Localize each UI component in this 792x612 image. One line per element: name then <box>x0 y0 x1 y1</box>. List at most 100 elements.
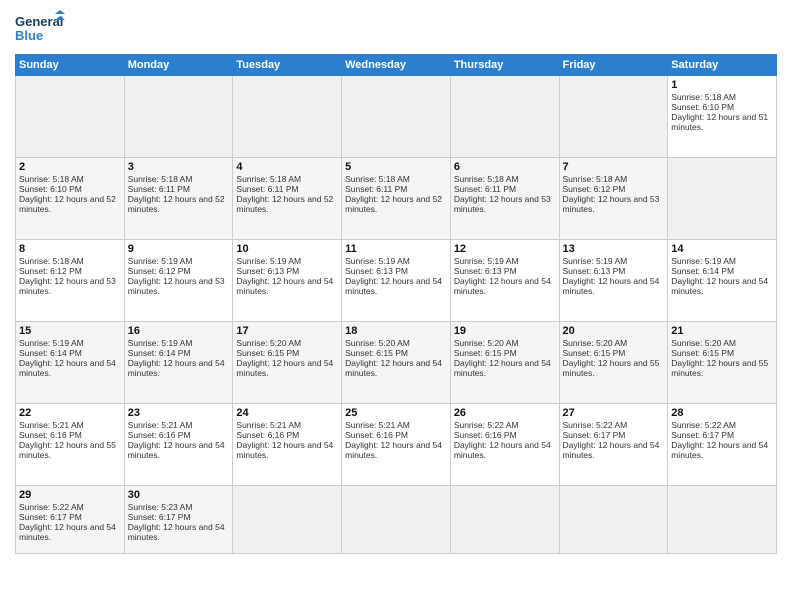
day-number: 22 <box>19 407 121 419</box>
calendar-cell: 8Sunrise: 5:18 AMSunset: 6:12 PMDaylight… <box>16 240 125 322</box>
week-row: 22Sunrise: 5:21 AMSunset: 6:16 PMDayligh… <box>16 404 777 486</box>
day-number: 20 <box>563 325 665 337</box>
sunset-text: Sunset: 6:12 PM <box>128 266 230 276</box>
day-number: 27 <box>563 407 665 419</box>
sunrise-text: Sunrise: 5:18 AM <box>345 174 447 184</box>
daylight-text: Daylight: 12 hours and 54 minutes. <box>563 440 665 460</box>
calendar-cell <box>450 486 559 554</box>
calendar-cell <box>342 486 451 554</box>
sunrise-text: Sunrise: 5:22 AM <box>454 420 556 430</box>
sunrise-text: Sunrise: 5:18 AM <box>19 256 121 266</box>
daylight-text: Daylight: 12 hours and 54 minutes. <box>345 276 447 296</box>
col-header-saturday: Saturday <box>668 55 777 76</box>
sunset-text: Sunset: 6:17 PM <box>19 512 121 522</box>
sunrise-text: Sunrise: 5:23 AM <box>128 502 230 512</box>
week-row: 15Sunrise: 5:19 AMSunset: 6:14 PMDayligh… <box>16 322 777 404</box>
day-number: 1 <box>671 79 773 91</box>
daylight-text: Daylight: 12 hours and 54 minutes. <box>563 276 665 296</box>
daylight-text: Daylight: 12 hours and 52 minutes. <box>345 194 447 214</box>
sunrise-text: Sunrise: 5:22 AM <box>19 502 121 512</box>
sunset-text: Sunset: 6:15 PM <box>671 348 773 358</box>
sunset-text: Sunset: 6:14 PM <box>128 348 230 358</box>
calendar-cell <box>16 76 125 158</box>
daylight-text: Daylight: 12 hours and 52 minutes. <box>236 194 338 214</box>
sunset-text: Sunset: 6:15 PM <box>345 348 447 358</box>
calendar-cell: 10Sunrise: 5:19 AMSunset: 6:13 PMDayligh… <box>233 240 342 322</box>
sunset-text: Sunset: 6:13 PM <box>236 266 338 276</box>
sunrise-text: Sunrise: 5:21 AM <box>19 420 121 430</box>
sunrise-text: Sunrise: 5:22 AM <box>563 420 665 430</box>
day-number: 29 <box>19 489 121 501</box>
calendar-cell: 26Sunrise: 5:22 AMSunset: 6:16 PMDayligh… <box>450 404 559 486</box>
sunrise-text: Sunrise: 5:19 AM <box>128 338 230 348</box>
col-header-thursday: Thursday <box>450 55 559 76</box>
day-number: 2 <box>19 161 121 173</box>
calendar-cell: 20Sunrise: 5:20 AMSunset: 6:15 PMDayligh… <box>559 322 668 404</box>
daylight-text: Daylight: 12 hours and 55 minutes. <box>671 358 773 378</box>
daylight-text: Daylight: 12 hours and 54 minutes. <box>128 358 230 378</box>
day-number: 13 <box>563 243 665 255</box>
daylight-text: Daylight: 12 hours and 53 minutes. <box>128 276 230 296</box>
col-header-monday: Monday <box>124 55 233 76</box>
day-number: 17 <box>236 325 338 337</box>
sunrise-text: Sunrise: 5:21 AM <box>128 420 230 430</box>
col-header-friday: Friday <box>559 55 668 76</box>
week-row: 8Sunrise: 5:18 AMSunset: 6:12 PMDaylight… <box>16 240 777 322</box>
day-number: 7 <box>563 161 665 173</box>
day-number: 23 <box>128 407 230 419</box>
calendar-cell: 12Sunrise: 5:19 AMSunset: 6:13 PMDayligh… <box>450 240 559 322</box>
daylight-text: Daylight: 12 hours and 54 minutes. <box>236 440 338 460</box>
day-number: 30 <box>128 489 230 501</box>
calendar-cell: 21Sunrise: 5:20 AMSunset: 6:15 PMDayligh… <box>668 322 777 404</box>
week-row: 2 Sunrise: 5:18 AM Sunset: 6:10 PM Daylight… <box>16 158 777 240</box>
calendar-cell: 17Sunrise: 5:20 AMSunset: 6:15 PMDayligh… <box>233 322 342 404</box>
sunset-text: Sunset: 6:16 PM <box>454 430 556 440</box>
week-row: 1Sunrise: 5:18 AMSunset: 6:10 PMDaylight… <box>16 76 777 158</box>
sunrise-text: Sunrise: 5:19 AM <box>19 338 121 348</box>
calendar-table: SundayMondayTuesdayWednesdayThursdayFrid… <box>15 54 777 554</box>
sunset-text: Sunset: 6:11 PM <box>128 184 230 194</box>
sunrise-text: Sunrise: 5:19 AM <box>236 256 338 266</box>
sunset-text: Sunset: 6:10 PM <box>19 184 121 194</box>
sunrise-text: Sunrise: 5:20 AM <box>671 338 773 348</box>
calendar-cell: 9Sunrise: 5:19 AMSunset: 6:12 PMDaylight… <box>124 240 233 322</box>
calendar-cell: 24Sunrise: 5:21 AMSunset: 6:16 PMDayligh… <box>233 404 342 486</box>
daylight-text: Daylight: 12 hours and 54 minutes. <box>671 440 773 460</box>
sunrise-text: Sunrise: 5:20 AM <box>236 338 338 348</box>
daylight-text: Daylight: 12 hours and 53 minutes. <box>563 194 665 214</box>
daylight-text: Daylight: 12 hours and 54 minutes. <box>671 276 773 296</box>
sunrise-text: Sunrise: 5:21 AM <box>345 420 447 430</box>
sunrise-text: Sunrise: 5:19 AM <box>345 256 447 266</box>
daylight-text: Daylight: 12 hours and 54 minutes. <box>128 440 230 460</box>
day-number: 24 <box>236 407 338 419</box>
calendar-cell: 30Sunrise: 5:23 AMSunset: 6:17 PMDayligh… <box>124 486 233 554</box>
week-row: 29Sunrise: 5:22 AMSunset: 6:17 PMDayligh… <box>16 486 777 554</box>
calendar-cell: 29Sunrise: 5:22 AMSunset: 6:17 PMDayligh… <box>16 486 125 554</box>
sunset-text: Sunset: 6:11 PM <box>236 184 338 194</box>
day-number: 9 <box>128 243 230 255</box>
calendar-cell: 7Sunrise: 5:18 AMSunset: 6:12 PMDaylight… <box>559 158 668 240</box>
sunset-text: Sunset: 6:15 PM <box>454 348 556 358</box>
sunrise-text: Sunrise: 5:18 AM <box>454 174 556 184</box>
calendar-cell: 5Sunrise: 5:18 AMSunset: 6:11 PMDaylight… <box>342 158 451 240</box>
sunset-text: Sunset: 6:11 PM <box>345 184 447 194</box>
sunset-text: Sunset: 6:17 PM <box>563 430 665 440</box>
sunrise-text: Sunrise: 5:18 AM <box>236 174 338 184</box>
daylight-text: Daylight: 12 hours and 54 minutes. <box>454 440 556 460</box>
daylight-text: Daylight: 12 hours and 54 minutes. <box>19 358 121 378</box>
day-number: 25 <box>345 407 447 419</box>
logo: General Blue <box>15 10 65 46</box>
header-row: SundayMondayTuesdayWednesdayThursdayFrid… <box>16 55 777 76</box>
daylight-text: Daylight: 12 hours and 54 minutes. <box>236 358 338 378</box>
sunset-text: Sunset: 6:14 PM <box>19 348 121 358</box>
daylight-text: Daylight: 12 hours and 51 minutes. <box>671 112 773 132</box>
col-header-wednesday: Wednesday <box>342 55 451 76</box>
col-header-tuesday: Tuesday <box>233 55 342 76</box>
daylight-text: Daylight: 12 hours and 54 minutes. <box>345 440 447 460</box>
svg-text:Blue: Blue <box>15 28 43 43</box>
daylight-text: Daylight: 12 hours and 53 minutes. <box>454 194 556 214</box>
daylight-text: Daylight: 12 hours and 55 minutes. <box>563 358 665 378</box>
day-number: 14 <box>671 243 773 255</box>
calendar-cell <box>233 486 342 554</box>
sunset-text: Sunset: 6:13 PM <box>454 266 556 276</box>
